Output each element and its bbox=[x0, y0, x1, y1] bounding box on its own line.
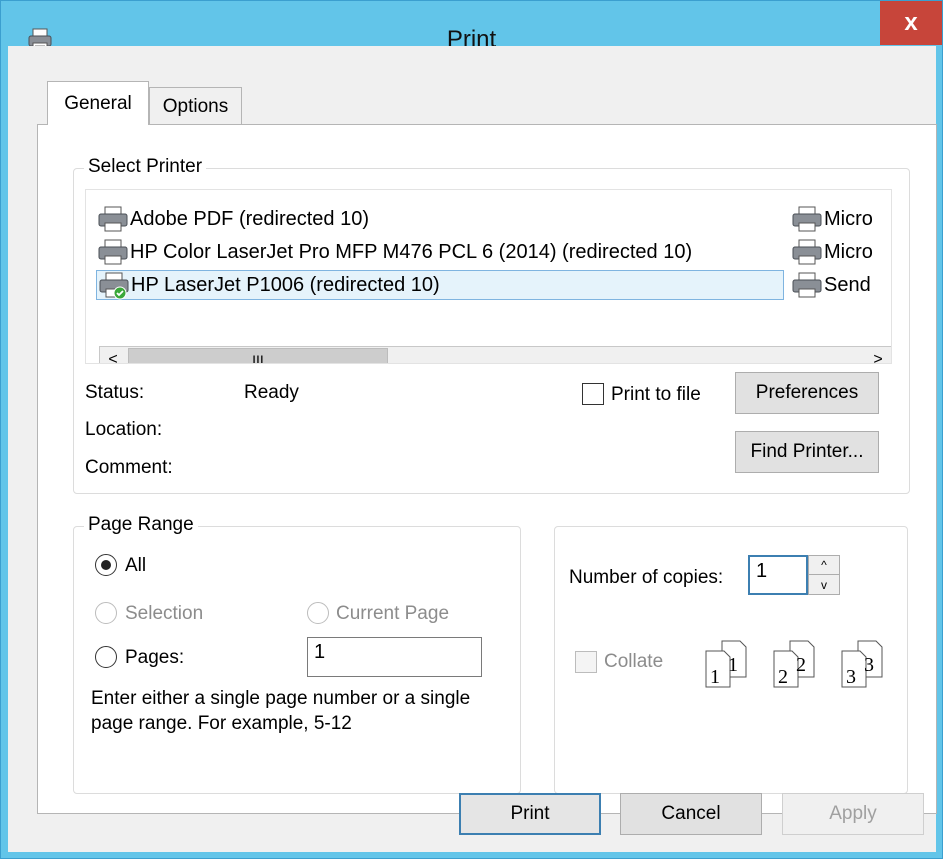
print-to-file-label[interactable]: Print to file bbox=[611, 384, 701, 406]
default-printer-icon bbox=[99, 272, 129, 300]
page-number: 3 bbox=[846, 666, 856, 688]
printer-icon bbox=[792, 272, 822, 298]
selection-label[interactable]: Selection bbox=[125, 603, 203, 625]
scroll-thumb[interactable]: III bbox=[128, 348, 388, 363]
printer-item-microsoft-2[interactable]: Micro bbox=[790, 237, 891, 267]
printer-item-microsoft-1[interactable]: Micro bbox=[790, 204, 891, 234]
scroll-left-button[interactable]: < bbox=[100, 347, 126, 363]
collate-checkbox[interactable] bbox=[575, 651, 597, 673]
printer-item-send[interactable]: Send bbox=[790, 270, 891, 300]
comment-label: Comment: bbox=[85, 457, 173, 478]
printer-icon bbox=[98, 206, 128, 232]
horizontal-scrollbar[interactable]: < III > bbox=[99, 346, 891, 363]
tab-options[interactable]: Options bbox=[149, 87, 242, 125]
status-value: Ready bbox=[244, 382, 299, 403]
print-button[interactable]: Print bbox=[459, 793, 601, 835]
printer-list[interactable]: Adobe PDF (redirected 10) HP Color Laser… bbox=[85, 189, 892, 364]
select-printer-legend: Select Printer bbox=[84, 156, 207, 178]
number-of-copies-label: Number of copies: bbox=[569, 567, 724, 588]
pages-label[interactable]: Pages: bbox=[125, 647, 184, 669]
copies-spinner[interactable]: ^ v bbox=[808, 555, 840, 595]
pages-radio[interactable] bbox=[95, 646, 117, 668]
page-range-group: Page Range All Selection Current Page Pa… bbox=[73, 514, 521, 794]
dialog-client-area: General Options Select Printer Adobe PDF… bbox=[8, 46, 937, 852]
all-radio[interactable] bbox=[95, 554, 117, 576]
printer-item-adobe-pdf[interactable]: Adobe PDF (redirected 10) bbox=[96, 204, 776, 234]
page-range-help-line-2: page range. For example, 5-12 bbox=[91, 713, 352, 734]
status-label: Status: bbox=[85, 382, 145, 403]
current-page-radio[interactable] bbox=[307, 602, 329, 624]
find-printer-button[interactable]: Find Printer... bbox=[735, 431, 879, 473]
printer-icon bbox=[98, 239, 128, 265]
printer-name: HP Color LaserJet Pro MFP M476 PCL 6 (20… bbox=[130, 240, 693, 263]
print-dialog: Print x General Options Select Printer A… bbox=[0, 0, 943, 859]
printer-name: Micro bbox=[824, 207, 873, 230]
pages-input[interactable]: 1 bbox=[307, 637, 482, 677]
apply-button[interactable]: Apply bbox=[782, 793, 924, 835]
select-printer-group: Select Printer Adobe PDF (redirected 10) bbox=[73, 156, 910, 494]
general-tab-panel: Select Printer Adobe PDF (redirected 10) bbox=[37, 124, 937, 814]
printer-icon bbox=[792, 206, 822, 232]
tab-general[interactable]: General bbox=[47, 81, 149, 125]
page-range-legend: Page Range bbox=[84, 514, 198, 536]
page-number: 2 bbox=[778, 666, 788, 688]
printer-name: Adobe PDF (redirected 10) bbox=[130, 207, 370, 230]
page-number: 1 bbox=[728, 654, 738, 676]
page-number: 2 bbox=[796, 654, 806, 676]
spin-up-icon[interactable]: ^ bbox=[809, 556, 839, 575]
current-page-label[interactable]: Current Page bbox=[336, 603, 449, 625]
cancel-button[interactable]: Cancel bbox=[620, 793, 762, 835]
printer-name: Send bbox=[824, 273, 871, 296]
close-button[interactable]: x bbox=[880, 1, 942, 45]
copies-group: Number of copies: 1 ^ v Collate 1 1 2 2 … bbox=[554, 526, 908, 794]
page-number: 1 bbox=[710, 666, 720, 688]
page-number: 3 bbox=[864, 654, 874, 676]
printer-name: Micro bbox=[824, 240, 873, 263]
copies-input[interactable]: 1 bbox=[748, 555, 808, 595]
print-to-file-checkbox[interactable] bbox=[582, 383, 604, 405]
collate-pages-icon: 1 1 2 2 3 3 bbox=[705, 640, 883, 688]
printer-name: HP LaserJet P1006 (redirected 10) bbox=[131, 273, 440, 296]
printer-item-hp-laserjet-p1006[interactable]: HP LaserJet P1006 (redirected 10) bbox=[96, 270, 784, 300]
spin-down-icon[interactable]: v bbox=[809, 575, 839, 594]
printer-item-hp-color-laserjet[interactable]: HP Color LaserJet Pro MFP M476 PCL 6 (20… bbox=[96, 237, 776, 267]
collate-label[interactable]: Collate bbox=[604, 651, 663, 673]
selection-radio[interactable] bbox=[95, 602, 117, 624]
scroll-right-button[interactable]: > bbox=[865, 347, 891, 363]
preferences-button[interactable]: Preferences bbox=[735, 372, 879, 414]
all-label[interactable]: All bbox=[125, 555, 146, 577]
printer-icon bbox=[792, 239, 822, 265]
location-label: Location: bbox=[85, 419, 163, 440]
page-range-help-line-1: Enter either a single page number or a s… bbox=[91, 688, 471, 709]
